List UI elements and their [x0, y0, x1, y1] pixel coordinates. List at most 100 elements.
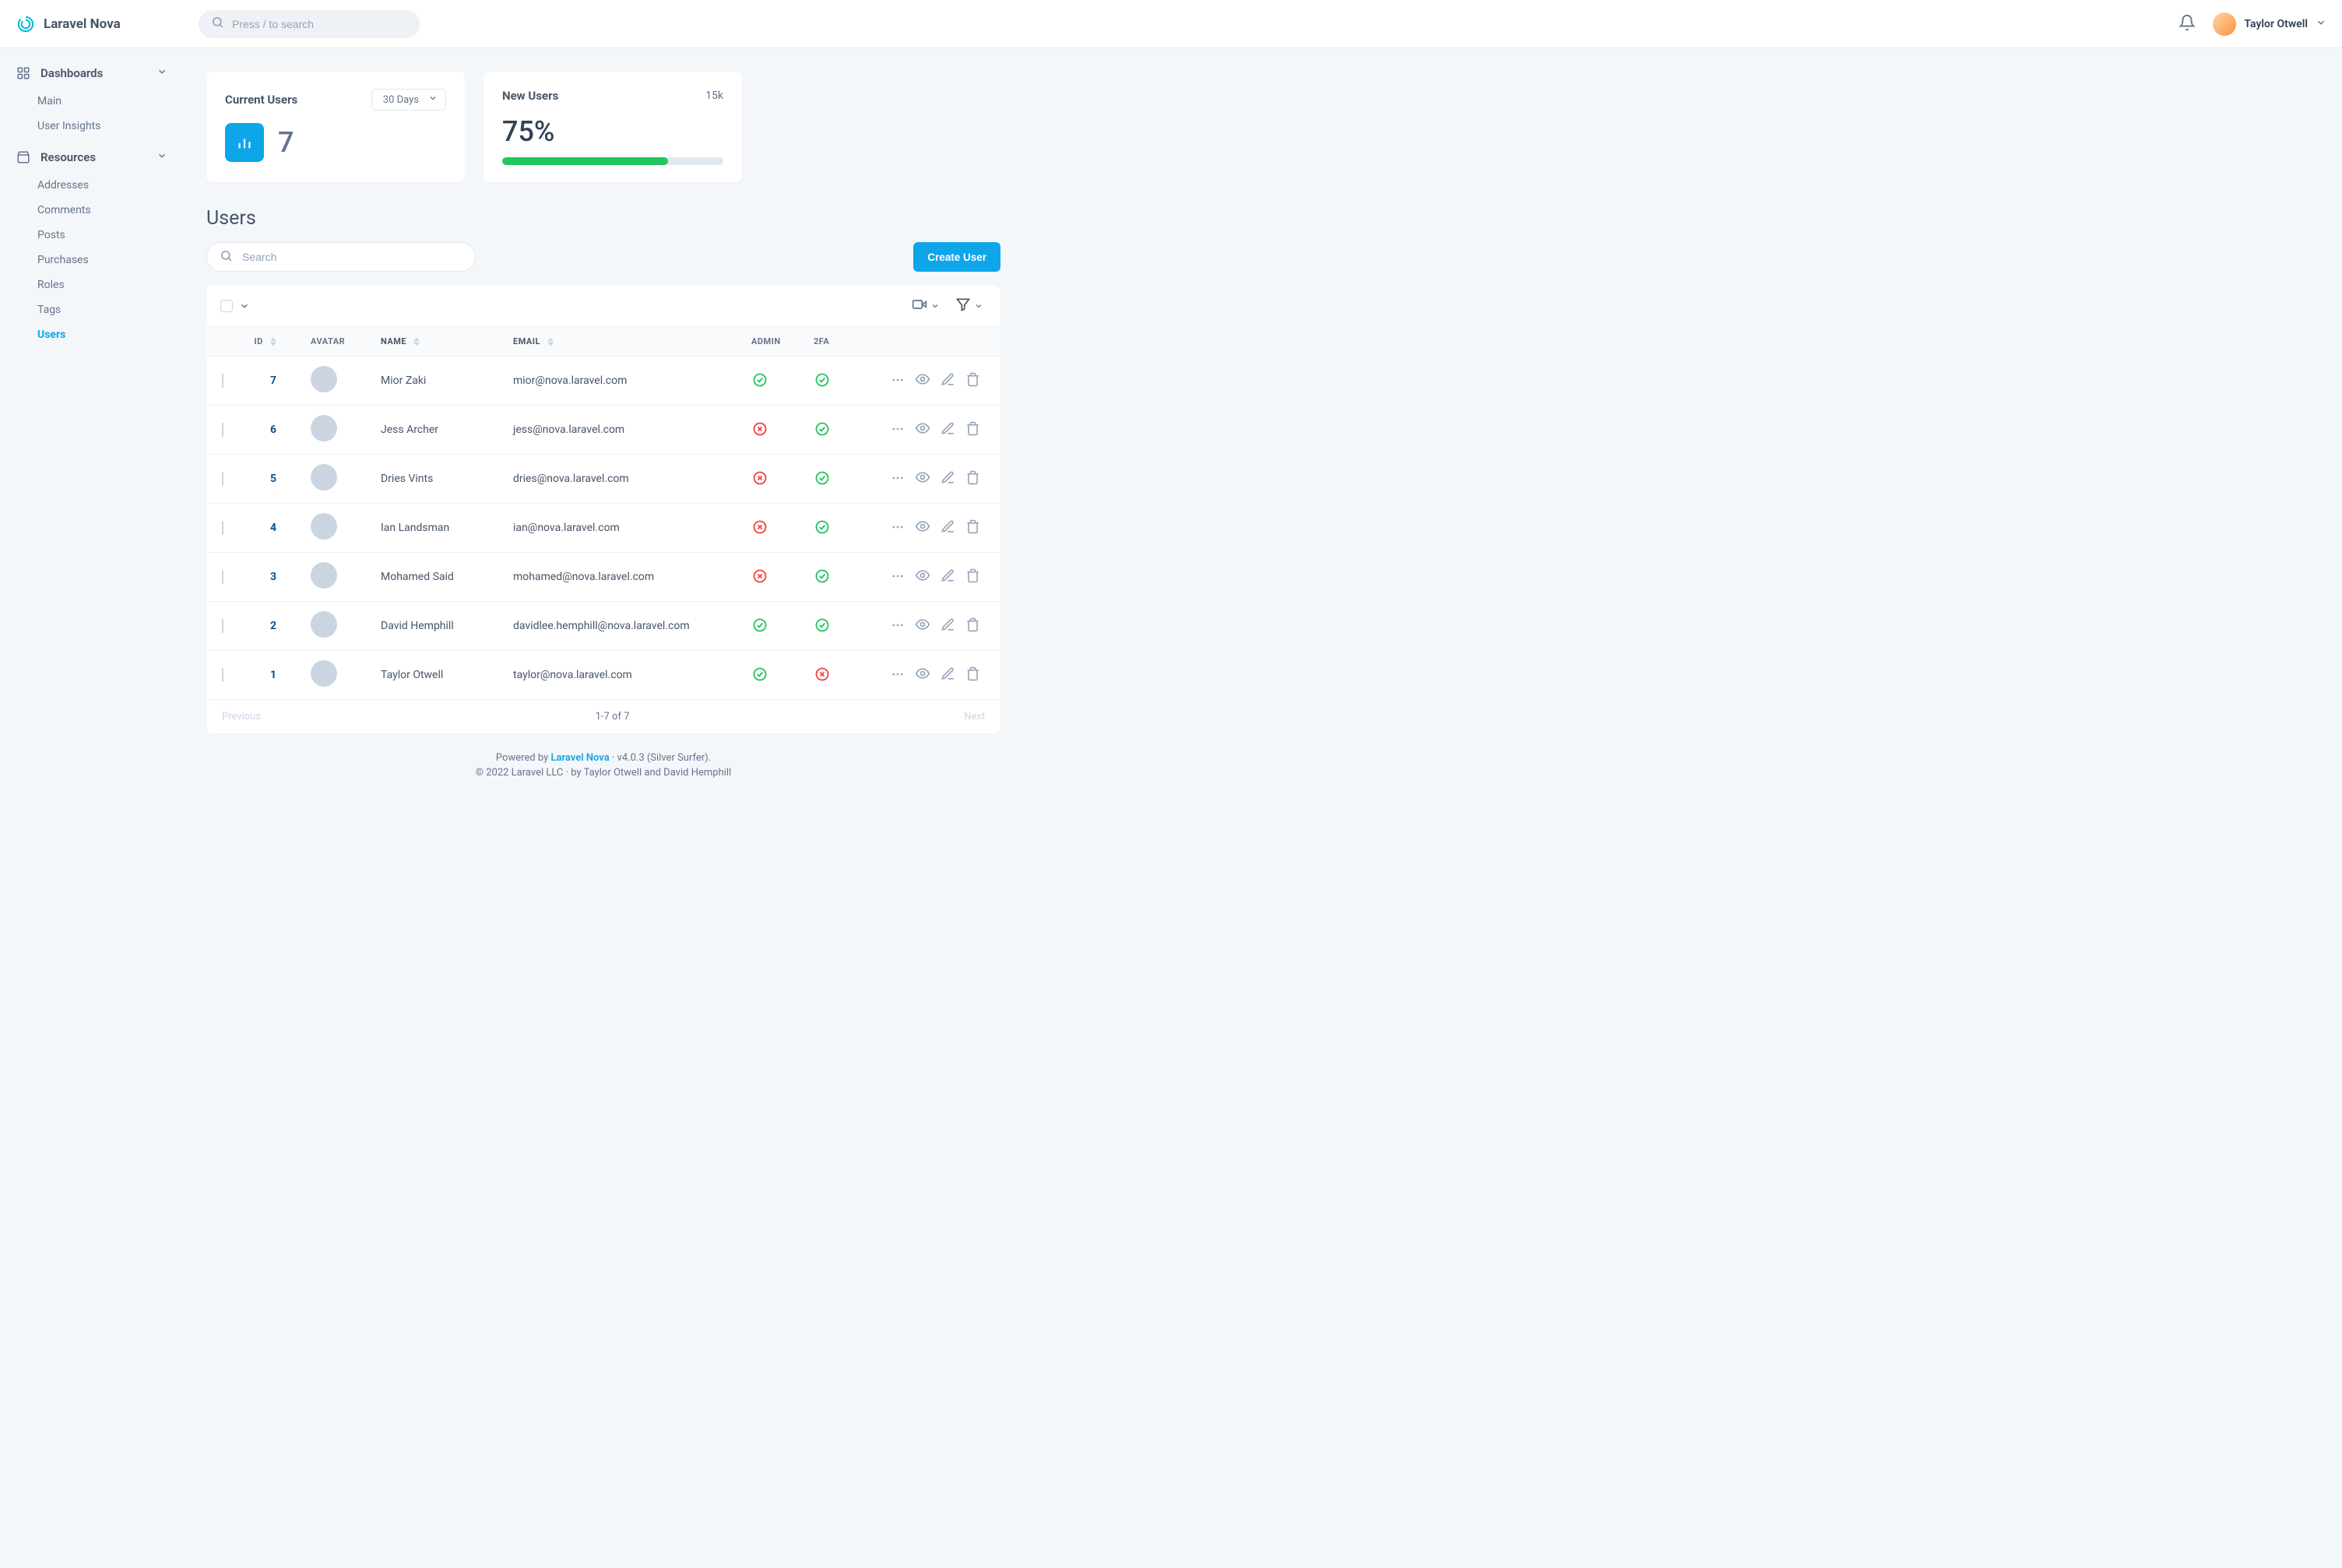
- row-more-button[interactable]: [887, 469, 909, 490]
- check-circle-icon: [814, 617, 831, 634]
- row-more-button[interactable]: [887, 371, 909, 392]
- sidebar-item-roles[interactable]: Roles: [0, 272, 183, 297]
- row-checkbox[interactable]: [222, 668, 223, 682]
- search-icon: [211, 16, 224, 32]
- row-edit-button[interactable]: [937, 468, 958, 490]
- dots-icon: [891, 618, 905, 635]
- row-id-link[interactable]: 7: [270, 374, 276, 387]
- pagination-next[interactable]: Next: [964, 711, 985, 722]
- filter-dropdown[interactable]: [955, 297, 983, 315]
- sidebar-item-posts[interactable]: Posts: [0, 223, 183, 248]
- global-search[interactable]: [199, 10, 420, 38]
- users-table: ID AVATAR NAME EMAIL ADMIN: [206, 286, 1000, 733]
- row-edit-button[interactable]: [937, 517, 958, 539]
- header-actions: Taylor Otwell: [2178, 12, 2326, 36]
- row-view-button[interactable]: [912, 615, 934, 637]
- footer-product-link[interactable]: Laravel Nova: [550, 752, 609, 764]
- row-more-button[interactable]: [887, 420, 909, 441]
- row-edit-button[interactable]: [937, 615, 958, 637]
- sidebar-item-comments[interactable]: Comments: [0, 198, 183, 223]
- column-id[interactable]: ID: [241, 327, 303, 357]
- avatar: [311, 415, 337, 441]
- sidebar-item-user-insights[interactable]: User Insights: [0, 114, 183, 139]
- row-name: Jess Archer: [373, 406, 505, 455]
- grid-icon: [16, 65, 31, 81]
- row-edit-button[interactable]: [937, 419, 958, 441]
- notifications-button[interactable]: [2178, 14, 2196, 33]
- row-delete-button[interactable]: [962, 370, 983, 392]
- x-circle-icon: [751, 469, 768, 487]
- footer-copyright: © 2022 Laravel LLC · by Taylor Otwell an…: [206, 767, 1000, 779]
- row-view-button[interactable]: [912, 419, 934, 441]
- table-row: 5Dries Vintsdries@nova.laravel.com: [206, 455, 1000, 504]
- row-edit-button[interactable]: [937, 370, 958, 392]
- row-id-link[interactable]: 2: [270, 620, 276, 632]
- row-checkbox[interactable]: [222, 374, 223, 388]
- sort-icon: [270, 337, 276, 346]
- row-more-button[interactable]: [887, 616, 909, 638]
- select-all-checkbox[interactable]: [220, 300, 233, 312]
- column-admin: ADMIN: [744, 327, 806, 357]
- row-checkbox[interactable]: [222, 521, 223, 535]
- select-all-dropdown[interactable]: [239, 301, 250, 311]
- sidebar-item-addresses[interactable]: Addresses: [0, 173, 183, 198]
- row-more-button[interactable]: [887, 567, 909, 589]
- row-delete-button[interactable]: [962, 615, 983, 637]
- sort-icon: [413, 337, 420, 346]
- chart-icon: [225, 123, 264, 162]
- avatar: [311, 562, 337, 589]
- row-view-button[interactable]: [912, 566, 934, 588]
- global-search-input[interactable]: [232, 18, 407, 30]
- sidebar-item-users[interactable]: Users: [0, 322, 183, 347]
- video-action-dropdown[interactable]: [912, 297, 940, 315]
- range-dropdown[interactable]: 30 Days: [371, 89, 446, 111]
- sidebar-item-main[interactable]: Main: [0, 89, 183, 114]
- row-delete-button[interactable]: [962, 664, 983, 686]
- row-checkbox[interactable]: [222, 570, 223, 584]
- table-row: 7Mior Zakimior@nova.laravel.com: [206, 357, 1000, 406]
- row-id-link[interactable]: 5: [270, 473, 276, 485]
- row-view-button[interactable]: [912, 517, 934, 539]
- row-delete-button[interactable]: [962, 468, 983, 490]
- edit-icon: [941, 617, 955, 635]
- row-view-button[interactable]: [912, 468, 934, 490]
- sidebar-item-purchases[interactable]: Purchases: [0, 248, 183, 272]
- logo[interactable]: Laravel Nova: [16, 14, 199, 34]
- chevron-down-icon: [156, 150, 167, 164]
- table-row: 4Ian Landsmanian@nova.laravel.com: [206, 504, 1000, 553]
- resource-search-input[interactable]: [242, 251, 462, 263]
- sidebar-section-resources[interactable]: Resources: [0, 142, 183, 173]
- check-circle-icon: [751, 371, 768, 388]
- avatar: [311, 611, 337, 638]
- user-menu[interactable]: Taylor Otwell: [2213, 12, 2326, 36]
- row-more-button[interactable]: [887, 665, 909, 687]
- column-name[interactable]: NAME: [373, 327, 505, 357]
- user-avatar: [2213, 12, 2236, 36]
- row-id-link[interactable]: 3: [270, 571, 276, 583]
- trash-icon: [965, 568, 980, 586]
- row-view-button[interactable]: [912, 664, 934, 686]
- sidebar-section-dashboards[interactable]: Dashboards: [0, 58, 183, 89]
- row-delete-button[interactable]: [962, 566, 983, 588]
- row-checkbox[interactable]: [222, 423, 223, 437]
- row-more-button[interactable]: [887, 518, 909, 540]
- row-checkbox[interactable]: [222, 472, 223, 486]
- create-user-button[interactable]: Create User: [913, 242, 1000, 272]
- check-circle-icon: [814, 371, 831, 388]
- footer-powered: Powered by: [496, 752, 551, 764]
- row-edit-button[interactable]: [937, 664, 958, 686]
- row-checkbox[interactable]: [222, 619, 223, 633]
- row-id-link[interactable]: 6: [270, 424, 276, 436]
- row-view-button[interactable]: [912, 370, 934, 392]
- column-email[interactable]: EMAIL: [505, 327, 744, 357]
- metric-value: 7: [278, 126, 294, 159]
- row-edit-button[interactable]: [937, 566, 958, 588]
- avatar: [311, 464, 337, 490]
- resource-search[interactable]: [206, 242, 476, 272]
- row-delete-button[interactable]: [962, 419, 983, 441]
- sidebar-item-tags[interactable]: Tags: [0, 297, 183, 322]
- row-id-link[interactable]: 1: [270, 669, 276, 681]
- row-delete-button[interactable]: [962, 517, 983, 539]
- row-id-link[interactable]: 4: [270, 522, 276, 534]
- pagination-previous[interactable]: Previous: [222, 711, 261, 722]
